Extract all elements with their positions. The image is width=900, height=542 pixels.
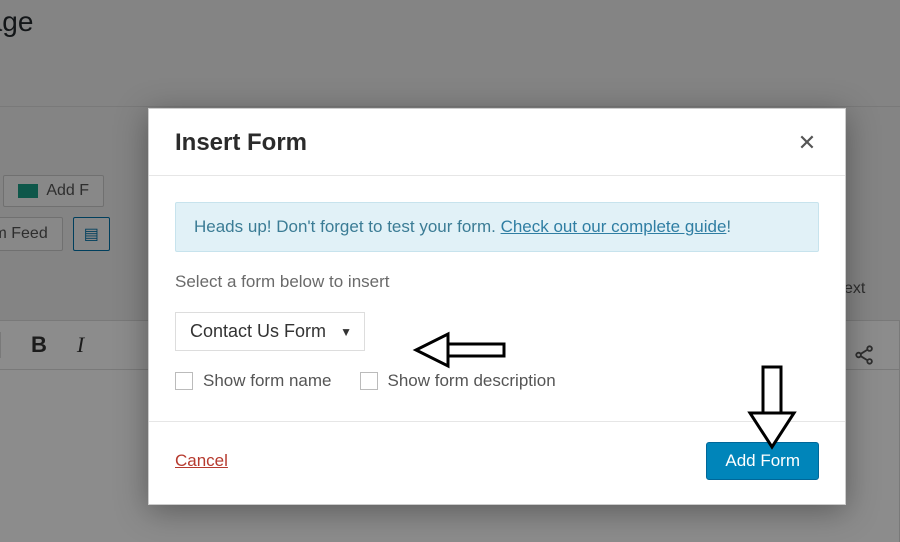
modal-title: Insert Form <box>175 129 307 157</box>
secondary-button[interactable]: ▤ <box>73 217 110 251</box>
italic-button[interactable]: I <box>77 332 84 358</box>
notice-text-suffix: ! <box>726 217 731 236</box>
notice-text-prefix: Heads up! Don't forget to test your form… <box>194 217 501 236</box>
notice-link[interactable]: Check out our complete guide <box>501 217 727 236</box>
form-select-dropdown[interactable]: Contact Us Form ▼ <box>175 312 365 351</box>
annotation-arrow-left <box>410 328 510 372</box>
show-name-label: Show form name <box>203 371 332 391</box>
add-form-label: Add F <box>46 182 89 200</box>
bold-button[interactable]: B <box>31 332 47 358</box>
annotation-arrow-down <box>742 363 802 453</box>
options-row: Show form name Show form description <box>175 371 819 391</box>
instagram-feed-button[interactable]: tagram Feed <box>0 217 63 251</box>
share-icon[interactable] <box>854 344 876 372</box>
page-heading: w Page <box>0 0 900 38</box>
show-name-checkbox[interactable]: Show form name <box>175 371 332 391</box>
checkbox-box <box>175 372 193 390</box>
chevron-down-icon: ▼ <box>340 325 352 339</box>
text-tab[interactable]: ext <box>844 280 865 298</box>
cancel-button[interactable]: Cancel <box>175 451 228 471</box>
modal-footer: Cancel Add Form <box>149 421 845 504</box>
format-dropdown[interactable]: ▾ <box>0 332 1 358</box>
instruction-text: Select a form below to insert <box>175 272 819 292</box>
modal-header: Insert Form ✕ <box>149 109 845 176</box>
form-select-value: Contact Us Form <box>190 321 326 342</box>
info-notice: Heads up! Don't forget to test your form… <box>175 202 819 252</box>
add-form-button[interactable]: Add F <box>3 175 104 207</box>
show-desc-label: Show form description <box>388 371 556 391</box>
form-icon <box>18 184 38 198</box>
post-title: t Us <box>0 66 900 98</box>
show-description-checkbox[interactable]: Show form description <box>360 371 556 391</box>
divider <box>0 106 900 107</box>
close-icon[interactable]: ✕ <box>795 132 819 154</box>
instagram-label: tagram Feed <box>0 225 48 243</box>
editor-tabs: ext <box>844 280 900 372</box>
checkbox-box <box>360 372 378 390</box>
doc-icon: ▤ <box>84 224 99 244</box>
modal-body: Heads up! Don't forget to test your form… <box>149 176 845 421</box>
